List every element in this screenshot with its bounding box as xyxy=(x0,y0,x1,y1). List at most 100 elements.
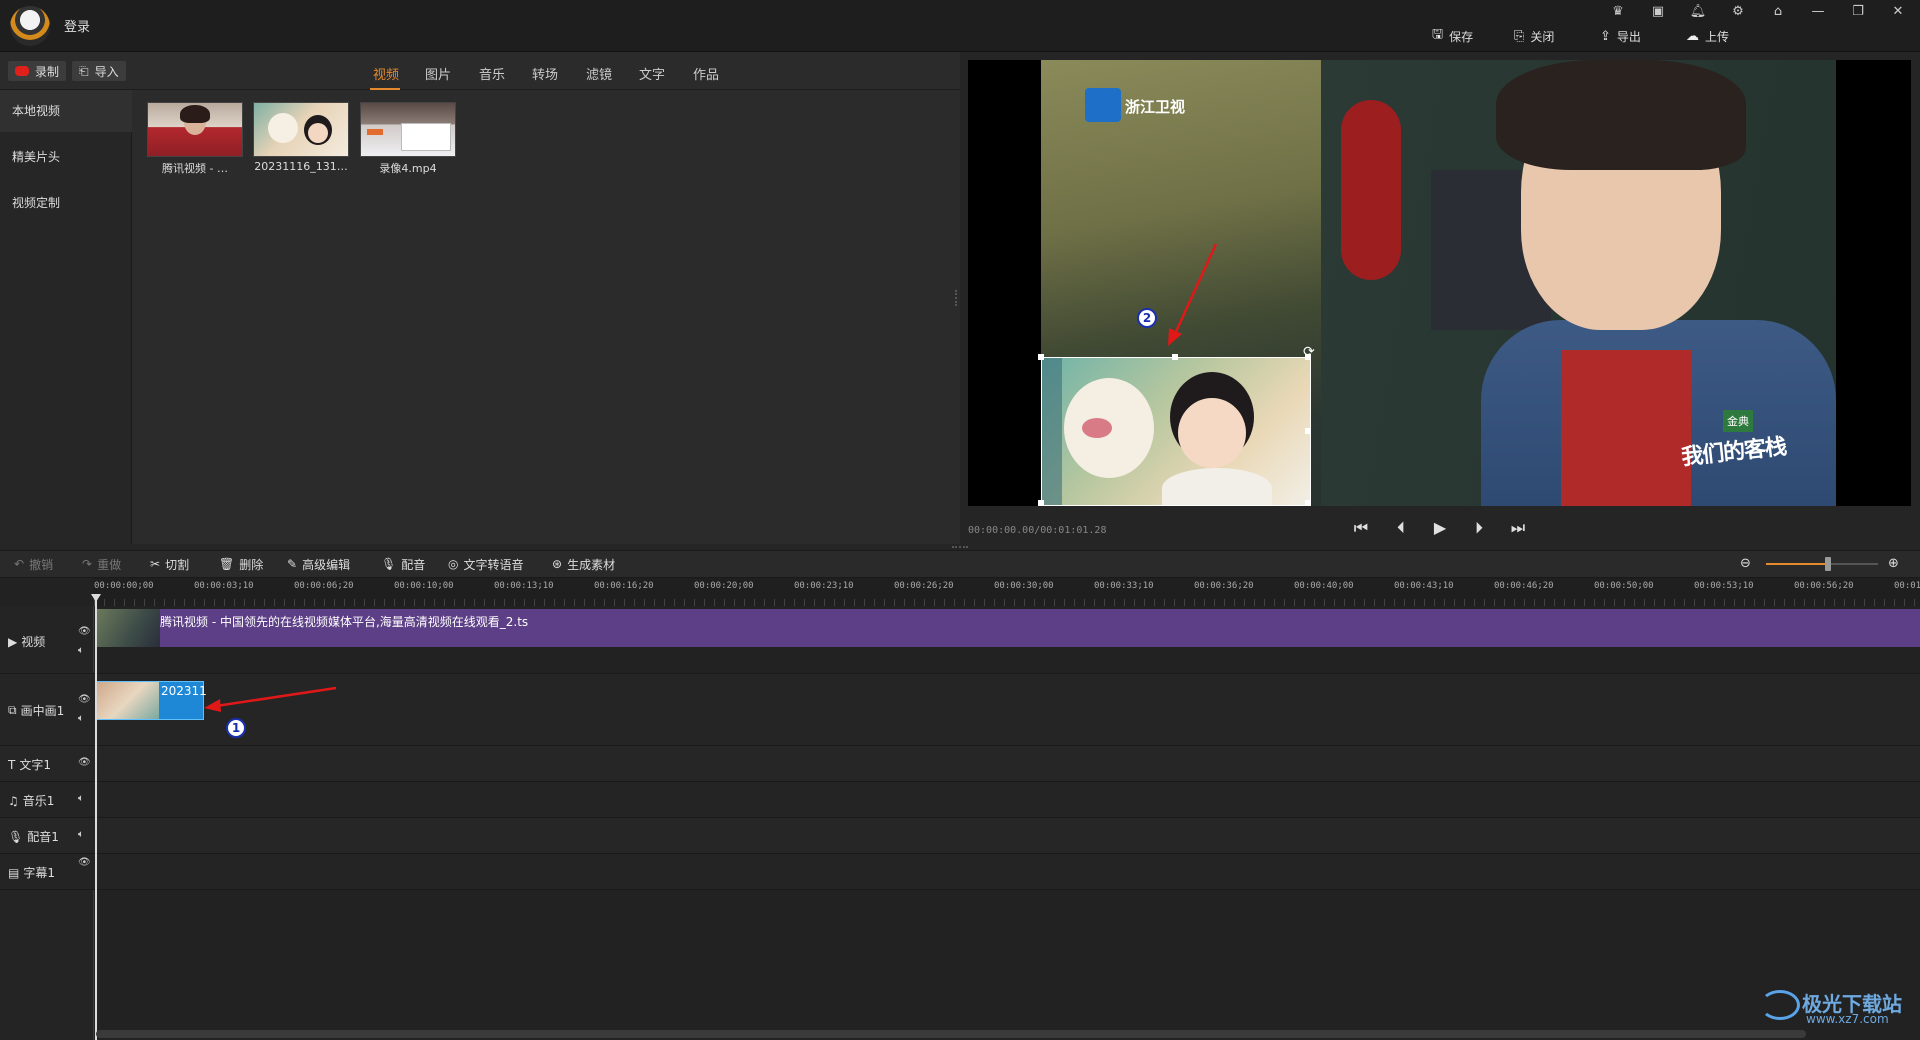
eye-icon[interactable]: 👁︎ xyxy=(78,626,91,637)
track-row xyxy=(0,782,1920,818)
pip-resize-handle[interactable] xyxy=(1305,428,1311,434)
home-icon[interactable]: ⌂ xyxy=(1764,2,1792,22)
zoom-out-icon[interactable]: ⊖ xyxy=(1740,556,1751,571)
tts-icon: ◎ xyxy=(448,557,459,571)
speaker-icon[interactable]: 🔈︎ xyxy=(78,793,84,804)
tab-transition[interactable]: 转场 xyxy=(532,64,558,83)
ruler-tick-label: 00:00:13;10 xyxy=(494,581,554,591)
play-square-icon: ▶ xyxy=(8,634,18,649)
speaker-icon[interactable]: 🔈︎ xyxy=(78,645,84,656)
tts-button[interactable]: ◎ 文字转语音 xyxy=(448,556,524,572)
import-label: 导入 xyxy=(94,64,119,79)
pip-clip-thumbnail xyxy=(97,682,159,719)
skip-end-icon[interactable]: ⏭ xyxy=(1503,518,1533,538)
tab-works[interactable]: 作品 xyxy=(693,64,719,83)
ruler-tick-label: 00:00:10;00 xyxy=(394,581,454,591)
zoom-slider-handle[interactable] xyxy=(1825,557,1831,571)
ruler-tick-label: 00:00:36;20 xyxy=(1194,581,1254,591)
ruler-tick-label: 00:00:06;20 xyxy=(294,581,354,591)
eye-icon[interactable]: 👁︎ xyxy=(78,694,91,705)
advanced-edit-button[interactable]: ✎ 高级编辑 xyxy=(287,556,350,572)
pencil-icon: ✎ xyxy=(287,557,298,571)
export-button[interactable]: ⇪ 导出 xyxy=(1600,26,1641,46)
video-clip-thumbnail xyxy=(96,609,160,647)
tab-text[interactable]: 文字 xyxy=(639,64,665,83)
record-button[interactable]: 录制 xyxy=(8,61,67,81)
watermark-url: www.xz7.com xyxy=(1806,1012,1889,1026)
step-back-icon[interactable]: ⏴ xyxy=(1386,518,1416,538)
dubbing-button[interactable]: 🎙︎ 配音 xyxy=(381,556,425,572)
playhead[interactable] xyxy=(95,597,97,1040)
ruler-tick-label: 00:00:43;10 xyxy=(1394,581,1454,591)
zoom-in-icon[interactable]: ⊕ xyxy=(1888,556,1899,571)
tab-video[interactable]: 视频 xyxy=(373,64,399,83)
eye-icon[interactable]: 👁︎ xyxy=(78,757,91,768)
export-label: 导出 xyxy=(1616,29,1641,44)
bell-icon[interactable]: 🔔︎ xyxy=(1684,2,1712,22)
speaker-icon[interactable]: 🔈︎ xyxy=(78,829,84,840)
cut-button[interactable]: ✂ 切割 xyxy=(150,556,189,572)
timeline-scrollbar[interactable] xyxy=(96,1030,1806,1038)
speaker-icon[interactable]: 🔈︎ xyxy=(78,713,84,724)
redo-label: 重做 xyxy=(97,557,122,572)
track-label-subtitle[interactable]: ▤ 字幕1 xyxy=(8,864,55,881)
play-icon[interactable]: ▶ xyxy=(1425,518,1455,538)
pip-resize-handle[interactable] xyxy=(1038,500,1044,506)
step-forward-icon[interactable]: ⏵ xyxy=(1464,518,1494,538)
media-thumbnail[interactable] xyxy=(253,102,349,157)
sidebar-item-custom[interactable]: 视频定制 xyxy=(0,182,132,224)
ruler-tick-label: 00:00:33;10 xyxy=(1094,581,1154,591)
media-thumbnail[interactable] xyxy=(360,102,456,157)
gear-icon[interactable]: ⚙ xyxy=(1724,2,1752,22)
tab-image[interactable]: 图片 xyxy=(425,64,451,83)
dubbing-label: 配音 xyxy=(401,557,426,572)
microphone-icon: 🎙︎ xyxy=(381,557,397,571)
track-row xyxy=(0,854,1920,890)
upload-button[interactable]: ☁ 上传 xyxy=(1686,26,1729,46)
panel-splitter[interactable] xyxy=(955,290,959,306)
generate-button[interactable]: ⊛ 生成素材 xyxy=(552,556,615,572)
pip-overlay[interactable] xyxy=(1041,357,1311,506)
sidebar-item-local-video[interactable]: 本地视频 xyxy=(0,90,132,132)
eye-icon[interactable]: 👁︎ xyxy=(78,857,91,868)
show-badge: 金典 xyxy=(1723,410,1753,432)
pip-resize-handle[interactable] xyxy=(1172,354,1178,360)
track-label-video[interactable]: ▶ 视频 xyxy=(8,633,45,650)
redo-button[interactable]: ↷ 重做 xyxy=(82,556,121,572)
track-label-dubbing[interactable]: 🎙︎ 配音1 xyxy=(8,828,59,845)
restore-icon[interactable]: ❐ xyxy=(1844,2,1872,22)
ruler-tick-label: 00:00:00;00 xyxy=(94,581,154,591)
video-clip-label: 腾讯视频 - 中国领先的在线视频媒体平台,海量高清视频在线观看_2.ts xyxy=(160,615,529,629)
track-label-text[interactable]: T 文字1 xyxy=(8,756,51,773)
window-close-icon[interactable]: ✕ xyxy=(1884,2,1912,22)
playhead-handle[interactable] xyxy=(91,594,101,602)
vip-crown-icon[interactable]: ♛ xyxy=(1604,2,1632,22)
track-label-pip[interactable]: ⧉ 画中画1 xyxy=(8,702,64,719)
close-doc-icon: ⎘ xyxy=(1514,28,1525,44)
close-button[interactable]: ⎘ 关闭 xyxy=(1514,26,1554,46)
login-link[interactable]: 登录 xyxy=(64,16,90,35)
save-icon: 🖫 xyxy=(1432,27,1444,42)
pip-resize-handle[interactable] xyxy=(1305,500,1311,506)
import-button[interactable]: ⎗ 导入 xyxy=(72,61,126,81)
ruler-tick-label: 00:00:23;10 xyxy=(794,581,854,591)
tab-filter[interactable]: 滤镜 xyxy=(586,64,612,83)
sidebar-item-intro[interactable]: 精美片头 xyxy=(0,136,132,178)
media-thumbnail-caption: 20231116_131… xyxy=(254,160,348,173)
skip-start-icon[interactable]: ⏮ xyxy=(1346,518,1376,538)
save-button[interactable]: 🖫 保存 xyxy=(1432,26,1473,46)
record-icon xyxy=(15,66,29,76)
rotate-icon[interactable]: ⟳ xyxy=(1303,344,1315,360)
pip-resize-handle[interactable] xyxy=(1038,354,1044,360)
tutorial-icon[interactable]: ▣ xyxy=(1644,2,1672,22)
panel-splitter[interactable] xyxy=(952,546,968,550)
delete-button[interactable]: 🗑︎ 删除 xyxy=(219,556,263,572)
ruler-ticks xyxy=(94,594,1920,606)
preview-timecode: 00:00:00.00/00:01:01.28 xyxy=(968,525,1107,536)
undo-button[interactable]: ↶ 撤销 xyxy=(14,556,53,572)
track-label-music[interactable]: ♫ 音乐1 xyxy=(8,792,54,809)
ruler-tick-label: 00:00:56;20 xyxy=(1794,581,1854,591)
media-thumbnail[interactable] xyxy=(147,102,243,157)
tab-music[interactable]: 音乐 xyxy=(479,64,505,83)
minimize-icon[interactable]: — xyxy=(1804,2,1832,22)
